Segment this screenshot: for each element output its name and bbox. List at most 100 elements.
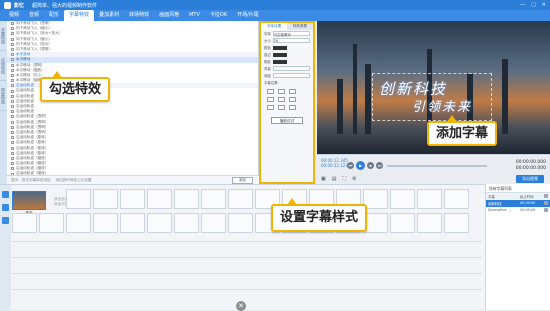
checkbox-icon[interactable] [11,89,14,93]
checkbox-icon[interactable] [11,120,14,124]
checkbox-icon[interactable] [11,63,14,67]
checkbox-icon[interactable] [11,99,14,103]
rail-item-exit[interactable]: 出场特效 [0,51,6,81]
tab-font-settings[interactable]: 字体设置 [261,23,287,30]
timeline-lane[interactable] [12,241,482,255]
checkbox-icon[interactable] [11,136,14,140]
folder-icon[interactable]: ▤ [332,176,337,182]
checkbox-icon[interactable] [11,156,14,160]
tab-intro-outro[interactable]: 开场/片尾 [232,10,264,21]
play-icon[interactable]: ▶ [356,161,365,170]
spacing-field[interactable] [272,73,310,78]
timeline-slot[interactable] [147,213,172,233]
timeline-slot[interactable] [417,189,442,209]
timeline-slot[interactable] [201,213,226,233]
timeline-slot[interactable] [417,213,442,233]
timeline-slot[interactable] [390,213,415,233]
checkbox-icon[interactable] [11,48,14,52]
checkbox-icon[interactable] [11,84,14,88]
timeline-lane[interactable] [12,257,482,271]
checkbox-icon[interactable] [11,22,14,26]
timeline-slot[interactable] [93,189,118,209]
checkbox-icon[interactable] [11,79,14,83]
position-cell[interactable] [278,105,285,110]
edit-icon[interactable] [544,208,548,212]
position-cell[interactable] [289,89,296,94]
timeline-slot[interactable] [228,213,253,233]
position-cell[interactable] [289,105,296,110]
timeline-slot[interactable] [390,189,415,209]
timeline-lane[interactable] [12,289,482,303]
stop-icon[interactable]: ⏹ [367,162,374,169]
timeline-slot[interactable] [120,213,145,233]
timeline-slot[interactable] [66,189,91,209]
preview-subtitle-line2[interactable]: 引领未来 [412,96,472,115]
timeline-slot[interactable] [228,189,253,209]
rail-item-subtitle[interactable]: 字幕特效 [0,21,6,51]
checkbox-icon[interactable] [11,162,14,166]
checkbox-icon[interactable] [11,68,14,72]
minimize-button[interactable]: — [520,2,525,8]
position-cell[interactable] [278,89,285,94]
timeline-slot[interactable] [39,213,64,233]
timeline-slot[interactable] [444,189,469,209]
next-icon[interactable]: ⏭ [376,162,383,169]
table-row[interactable]: 创新科技 00:00:00 [486,200,550,207]
checkbox-icon[interactable] [11,167,14,171]
tab-audio[interactable]: 音频 [24,10,44,21]
checkbox-icon[interactable] [11,73,14,77]
rail-item-stay[interactable]: 停留特效 [0,81,6,111]
tab-transition[interactable]: 转场特效 [124,10,154,21]
tab-karaoke[interactable]: 卡拉OK [205,10,232,21]
previous-icon[interactable]: ⏮ [347,162,354,169]
checkbox-icon[interactable] [11,42,14,46]
checkbox-icon[interactable] [11,125,14,129]
font-select[interactable]: 方正粗黑宋 [272,31,310,37]
checkbox-icon[interactable] [11,131,14,135]
shadow-swatch[interactable] [272,59,287,64]
checkbox-icon[interactable] [11,58,14,62]
checkbox-icon[interactable] [11,32,14,36]
settings-icon[interactable]: ⚙ [352,176,356,182]
position-cell[interactable] [267,89,274,94]
position-cell[interactable] [289,97,296,102]
tab-overlay[interactable]: 叠加素材 [94,10,124,21]
maximize-button[interactable]: □ [531,2,536,8]
tab-style[interactable]: 画面风格 [154,10,184,21]
tab-effect-params[interactable]: 特效参数 [287,23,313,30]
timeline-slot[interactable] [147,189,172,209]
timeline-slot[interactable] [120,189,145,209]
position-cell[interactable] [278,97,285,102]
timeline-slot[interactable] [201,189,226,209]
add-icon[interactable] [544,194,548,198]
stroke-swatch[interactable] [272,52,287,57]
checkbox-icon[interactable] [11,94,14,98]
tab-subtitle-effects[interactable]: 字幕特效 [64,10,95,21]
timeline-slot[interactable] [93,213,118,233]
checkbox-icon[interactable] [11,37,14,41]
fullscreen-icon[interactable]: ⛶ [342,176,346,182]
timeline-slot[interactable] [66,213,91,233]
timeline-slot[interactable] [444,213,469,233]
audio-track-icon[interactable] [2,217,9,224]
tab-video[interactable]: 视频 [4,10,24,21]
checkbox-icon[interactable] [11,115,14,119]
progress-bar[interactable] [387,165,487,167]
close-button[interactable]: ✕ [542,2,546,8]
checkbox-icon[interactable] [11,151,14,155]
checkbox-icon[interactable] [11,53,14,57]
text-track-icon[interactable] [2,204,9,211]
size-input[interactable]: 28 [272,38,310,43]
timeline-slot[interactable] [12,213,37,233]
add-effect-button[interactable]: 添加 [231,176,253,184]
checkbox-icon[interactable] [11,27,14,31]
background-field[interactable] [272,66,310,71]
apply-button[interactable]: 播放试试 [271,117,303,124]
checkbox-icon[interactable] [11,146,14,150]
snapshot-icon[interactable]: ▣ [321,176,326,182]
color-swatch[interactable] [272,45,287,50]
checkbox-icon[interactable] [11,141,14,145]
tab-mtv[interactable]: MTV [184,10,205,21]
timeline-clip[interactable]: 城市 [12,191,46,215]
tab-music[interactable]: 配乐 [44,10,64,21]
